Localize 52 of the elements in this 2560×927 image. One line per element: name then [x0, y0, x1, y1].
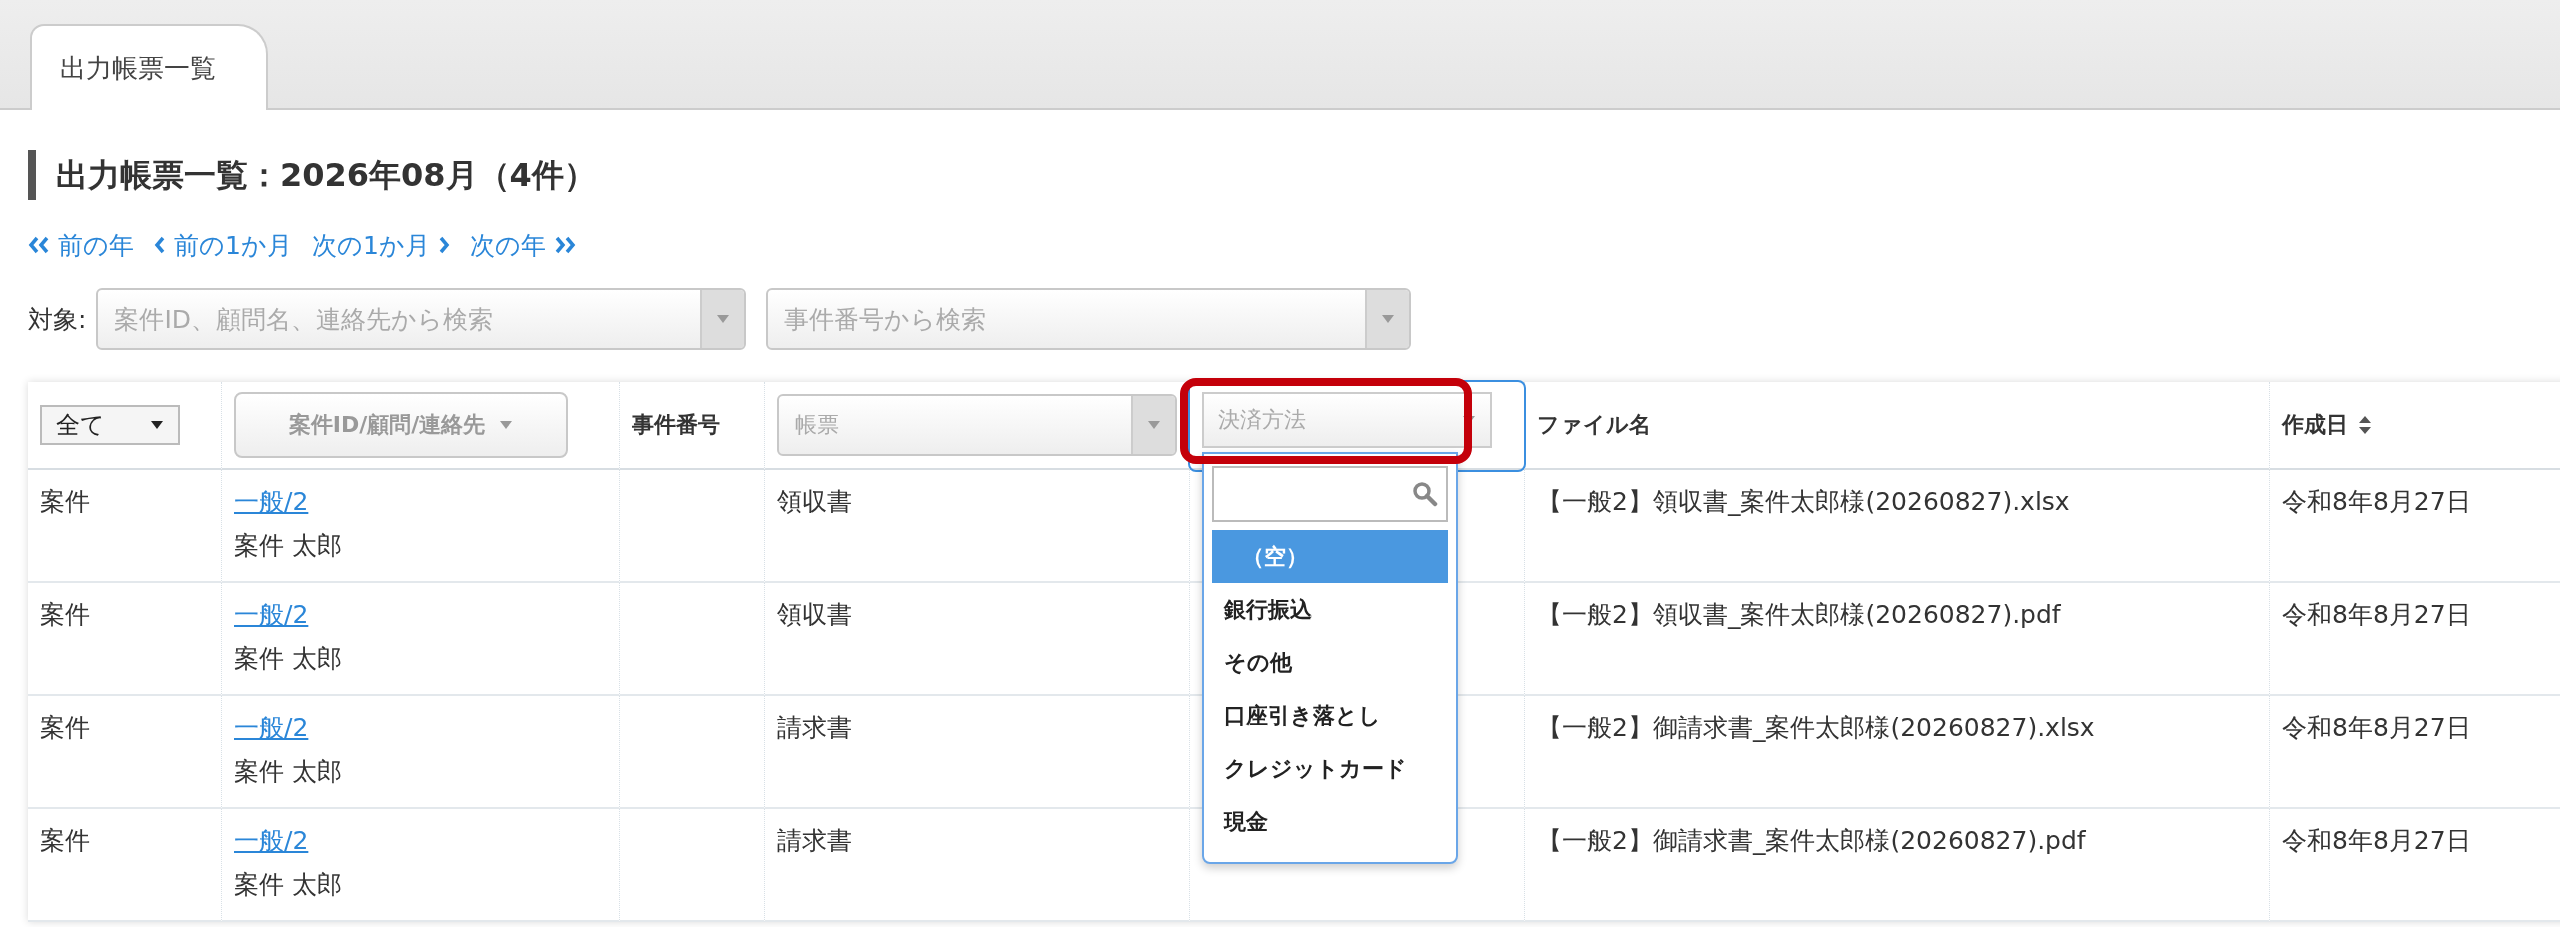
table-cell-text: 案件 [40, 599, 90, 631]
case-link[interactable]: 一般/2 [234, 819, 309, 863]
file-name: 【一般2】領収書_案件太郎様(20260827).pdf [1537, 599, 2061, 631]
dropdown-option[interactable]: 口座引き落とし [1212, 689, 1448, 742]
nav-link[interactable]: 次の年 [469, 228, 576, 262]
column-heading: ファイル名 [1537, 411, 1651, 439]
nav-link[interactable]: 前の年 [28, 228, 134, 262]
client-name: 案件 太郎 [234, 869, 342, 901]
dropdown-option[interactable]: 現金 [1212, 795, 1448, 848]
sort-icon[interactable] [2358, 415, 2372, 435]
file-name: 【一般2】御請求書_案件太郎様(20260827).xlsx [1537, 712, 2095, 744]
table-cell-text: 令和8年8月27日 [2282, 712, 2471, 744]
id-select[interactable]: 案件ID/顧問/連絡先 [234, 392, 568, 458]
table-cell-text: 案件 [40, 825, 90, 857]
client-name: 案件 太郎 [234, 756, 342, 788]
file-name: 【一般2】領収書_案件太郎様(20260827).xlsx [1537, 486, 2070, 518]
dropdown-option[interactable]: 銀行振込 [1212, 583, 1448, 636]
nav-link[interactable]: 次の1か月 [311, 228, 450, 262]
table-cell-text: 令和8年8月27日 [2282, 825, 2471, 857]
dropdown-option[interactable]: クレジットカード [1212, 742, 1448, 795]
column-heading: 事件番号 [632, 411, 720, 439]
case-link[interactable]: 一般/2 [234, 706, 309, 750]
file-name: 【一般2】御請求書_案件太郎様(20260827).pdf [1537, 825, 2086, 857]
table-cell-text: 領収書 [777, 486, 852, 518]
case-link[interactable]: 一般/2 [234, 593, 309, 637]
table-cell-text: 案件 [40, 486, 90, 518]
nav-link[interactable]: 前の1か月 [154, 228, 292, 262]
case-link[interactable]: 一般/2 [234, 480, 309, 524]
filter-label: 対象: [28, 303, 87, 336]
table-cell-text: 案件 [40, 712, 90, 744]
table-cell-text: 請求書 [777, 825, 852, 857]
dropdown-option[interactable]: （空） [1212, 530, 1448, 583]
dropdown-option[interactable]: その他 [1212, 636, 1448, 689]
chevron-icon [154, 236, 166, 254]
search-field[interactable] [1212, 466, 1448, 522]
chevron-icon [437, 236, 450, 254]
table-cell-text: 領収書 [777, 599, 852, 631]
client-name: 案件 太郎 [234, 530, 342, 562]
search-select[interactable]: 事件番号から検索 [766, 288, 1412, 350]
column-heading: 作成日 [2282, 411, 2348, 439]
tab[interactable]: 出力帳票一覧 [30, 24, 268, 110]
type-select[interactable]: 全て [40, 405, 180, 445]
document-select[interactable]: 帳票 [777, 394, 1177, 456]
client-name: 案件 太郎 [234, 643, 342, 675]
table-cell-text: 令和8年8月27日 [2282, 486, 2471, 518]
double-chevron-icon [28, 236, 50, 254]
search-icon [1412, 481, 1438, 507]
table-cell-text: 請求書 [777, 712, 852, 744]
double-chevron-icon [553, 236, 576, 254]
page-title: 出力帳票一覧：2026年08月（4件） [28, 150, 596, 200]
search-select[interactable]: 案件ID、顧問名、連絡先から検索 [96, 288, 747, 350]
table-cell-text: 令和8年8月27日 [2282, 599, 2471, 631]
